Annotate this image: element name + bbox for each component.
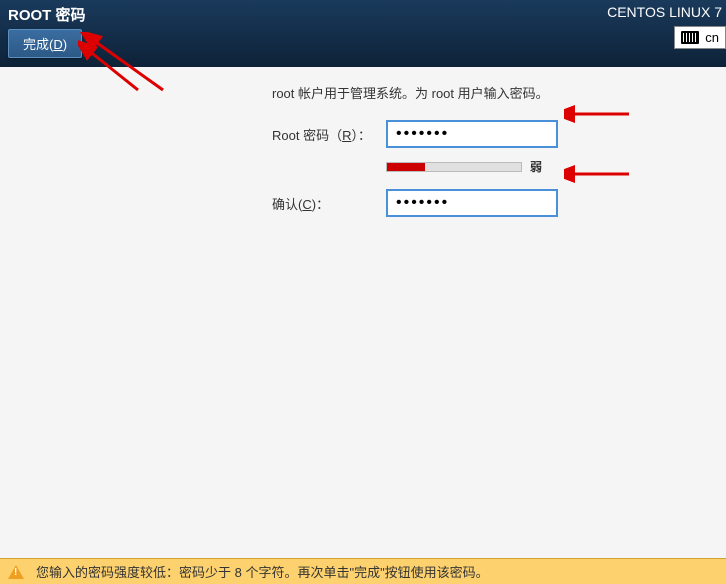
- confirm-password-label: 确认(C)：: [272, 194, 386, 213]
- strength-text: 弱: [530, 158, 542, 175]
- keyboard-layout-button[interactable]: cn: [674, 26, 726, 49]
- header-bar: ROOT 密码 完成(D) CENTOS LINUX 7 cn: [0, 0, 726, 67]
- done-button[interactable]: 完成(D): [8, 29, 82, 58]
- confirm-password-row: 确认(C)：: [272, 189, 718, 217]
- strength-row: 弱: [386, 158, 718, 175]
- root-password-label: Root 密码（R）：: [272, 125, 386, 144]
- keyboard-icon: [681, 31, 699, 44]
- warning-text: 您输入的密码强度较低：密码少于 8 个字符。再次单击"完成"按钮使用该密码。: [36, 562, 489, 581]
- description-text: root 帐户用于管理系统。为 root 用户输入密码。: [272, 83, 718, 102]
- confirm-password-input[interactable]: [386, 189, 558, 217]
- password-strength-meter: [386, 162, 522, 172]
- strength-fill: [387, 163, 425, 171]
- keyboard-layout-label: cn: [705, 30, 719, 45]
- content-area: root 帐户用于管理系统。为 root 用户输入密码。 Root 密码（R）：…: [0, 67, 726, 217]
- warning-bar: 您输入的密码强度较低：密码少于 8 个字符。再次单击"完成"按钮使用该密码。: [0, 558, 726, 584]
- root-password-input[interactable]: [386, 120, 558, 148]
- header-right: CENTOS LINUX 7 cn: [607, 4, 726, 49]
- warning-icon: [8, 565, 24, 579]
- distro-label: CENTOS LINUX 7: [607, 4, 726, 20]
- root-password-row: Root 密码（R）：: [272, 120, 718, 148]
